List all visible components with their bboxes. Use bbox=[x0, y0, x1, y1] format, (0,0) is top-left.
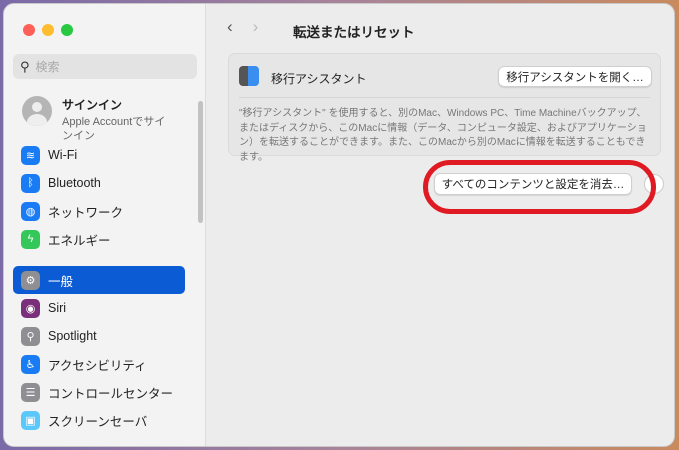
sidebar-item-label: スクリーンセーバ bbox=[48, 414, 148, 429]
bolt-icon: ϟ bbox=[21, 229, 40, 249]
highlight-annotation bbox=[423, 160, 656, 214]
sidebar-item-6[interactable]: ⚲ Spotlight bbox=[13, 322, 185, 350]
account-signin[interactable]: サインイン Apple Accountでサインイン bbox=[22, 96, 172, 143]
sidebar-item-label: Bluetooth bbox=[48, 176, 101, 190]
sidebar-item-4[interactable]: ⚙ 一般 bbox=[13, 266, 185, 294]
globe-icon: ◍ bbox=[21, 201, 40, 221]
wifi-icon: ≋ bbox=[21, 145, 40, 165]
sidebar-item-5[interactable]: ◉ Siri bbox=[13, 294, 185, 322]
minimize-button[interactable] bbox=[42, 24, 54, 36]
control-center-icon: ☰ bbox=[21, 382, 40, 402]
forward-button[interactable]: › bbox=[253, 17, 259, 37]
sidebar-item-7[interactable]: ♿ アクセシビリティ bbox=[13, 350, 185, 378]
close-button[interactable] bbox=[23, 24, 35, 36]
back-button[interactable]: ‹ bbox=[227, 17, 233, 37]
sidebar-item-8[interactable]: ☰ コントロールセンター bbox=[13, 378, 185, 406]
siri-icon: ◉ bbox=[21, 298, 40, 318]
sidebar-item-label: Wi-Fi bbox=[48, 148, 78, 162]
bluetooth-icon: ᛒ bbox=[21, 173, 40, 193]
sidebar-item-label: Spotlight bbox=[48, 329, 97, 343]
search-input[interactable]: ⚲ 検索 bbox=[13, 54, 197, 79]
sidebar-item-label: アクセシビリティ bbox=[48, 358, 147, 373]
migration-label: 移行アシスタント bbox=[271, 72, 367, 86]
avatar bbox=[22, 96, 52, 126]
open-migration-assistant-button[interactable]: 移行アシスタントを開く… bbox=[498, 66, 652, 87]
magnifier-icon: ⚲ bbox=[21, 326, 40, 346]
sidebar-item-label: 一般 bbox=[48, 274, 74, 289]
sidebar-item-1[interactable]: ᛒ Bluetooth bbox=[13, 169, 185, 197]
sidebar-item-2[interactable]: ◍ ネットワーク bbox=[13, 197, 185, 225]
migration-description: "移行アシスタント" を使用すると、別のMac、Windows PC、Time … bbox=[239, 108, 647, 163]
search-icon: ⚲ bbox=[20, 58, 30, 74]
sidebar-item-label: エネルギー bbox=[48, 233, 111, 248]
account-subtitle: Apple Accountでサインイン bbox=[62, 116, 166, 142]
page-title: 転送またはリセット bbox=[293, 25, 415, 40]
gear-icon: ⚙ bbox=[21, 270, 40, 290]
account-title: サインイン bbox=[62, 98, 123, 112]
sidebar-item-label: コントロールセンター bbox=[48, 386, 174, 401]
sidebar-item-0[interactable]: ≋ Wi-Fi bbox=[13, 141, 185, 169]
screensaver-icon: ▣ bbox=[21, 410, 40, 430]
migration-assistant-icon bbox=[239, 66, 259, 86]
migration-card: 移行アシスタント 移行アシスタントを開く… "移行アシスタント" を使用すると、… bbox=[228, 53, 661, 163]
search-placeholder: 検索 bbox=[35, 60, 60, 74]
sidebar-scrollbar[interactable] bbox=[198, 101, 203, 223]
accessibility-icon: ♿ bbox=[21, 354, 40, 374]
sidebar-item-3[interactable]: ϟ エネルギー bbox=[13, 225, 185, 253]
divider bbox=[239, 97, 650, 98]
window-controls bbox=[23, 24, 73, 36]
sidebar-item-label: ネットワーク bbox=[48, 205, 124, 220]
sidebar-item-label: Siri bbox=[48, 301, 67, 315]
sidebar-item-9[interactable]: ▣ スクリーンセーバ bbox=[13, 406, 185, 434]
main-pane: ‹ › 転送またはリセット 移行アシスタント 移行アシスタントを開く… "移行アシ… bbox=[207, 4, 674, 446]
settings-window: ⚲ 検索 サインイン Apple Accountでサインイン ≋ Wi-Fi ᛒ Bl… bbox=[3, 3, 675, 447]
zoom-button[interactable] bbox=[61, 24, 73, 36]
sidebar: ⚲ 検索 サインイン Apple Accountでサインイン ≋ Wi-Fi ᛒ Bl… bbox=[4, 4, 206, 446]
